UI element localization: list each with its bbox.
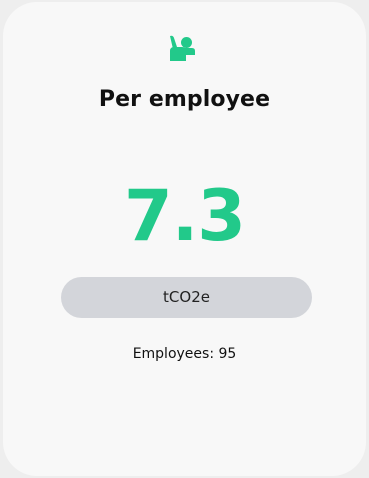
per-employee-value: 7.3	[123, 175, 246, 257]
employee-count: Employees: 95	[132, 346, 237, 362]
person-hand-raised-icon	[170, 35, 195, 61]
card-title: Per employee	[98, 87, 271, 112]
unit-badge: tCO2e	[61, 277, 312, 318]
per-employee-card: Per employee 7.3 tCO2e Employees: 95	[3, 2, 366, 476]
